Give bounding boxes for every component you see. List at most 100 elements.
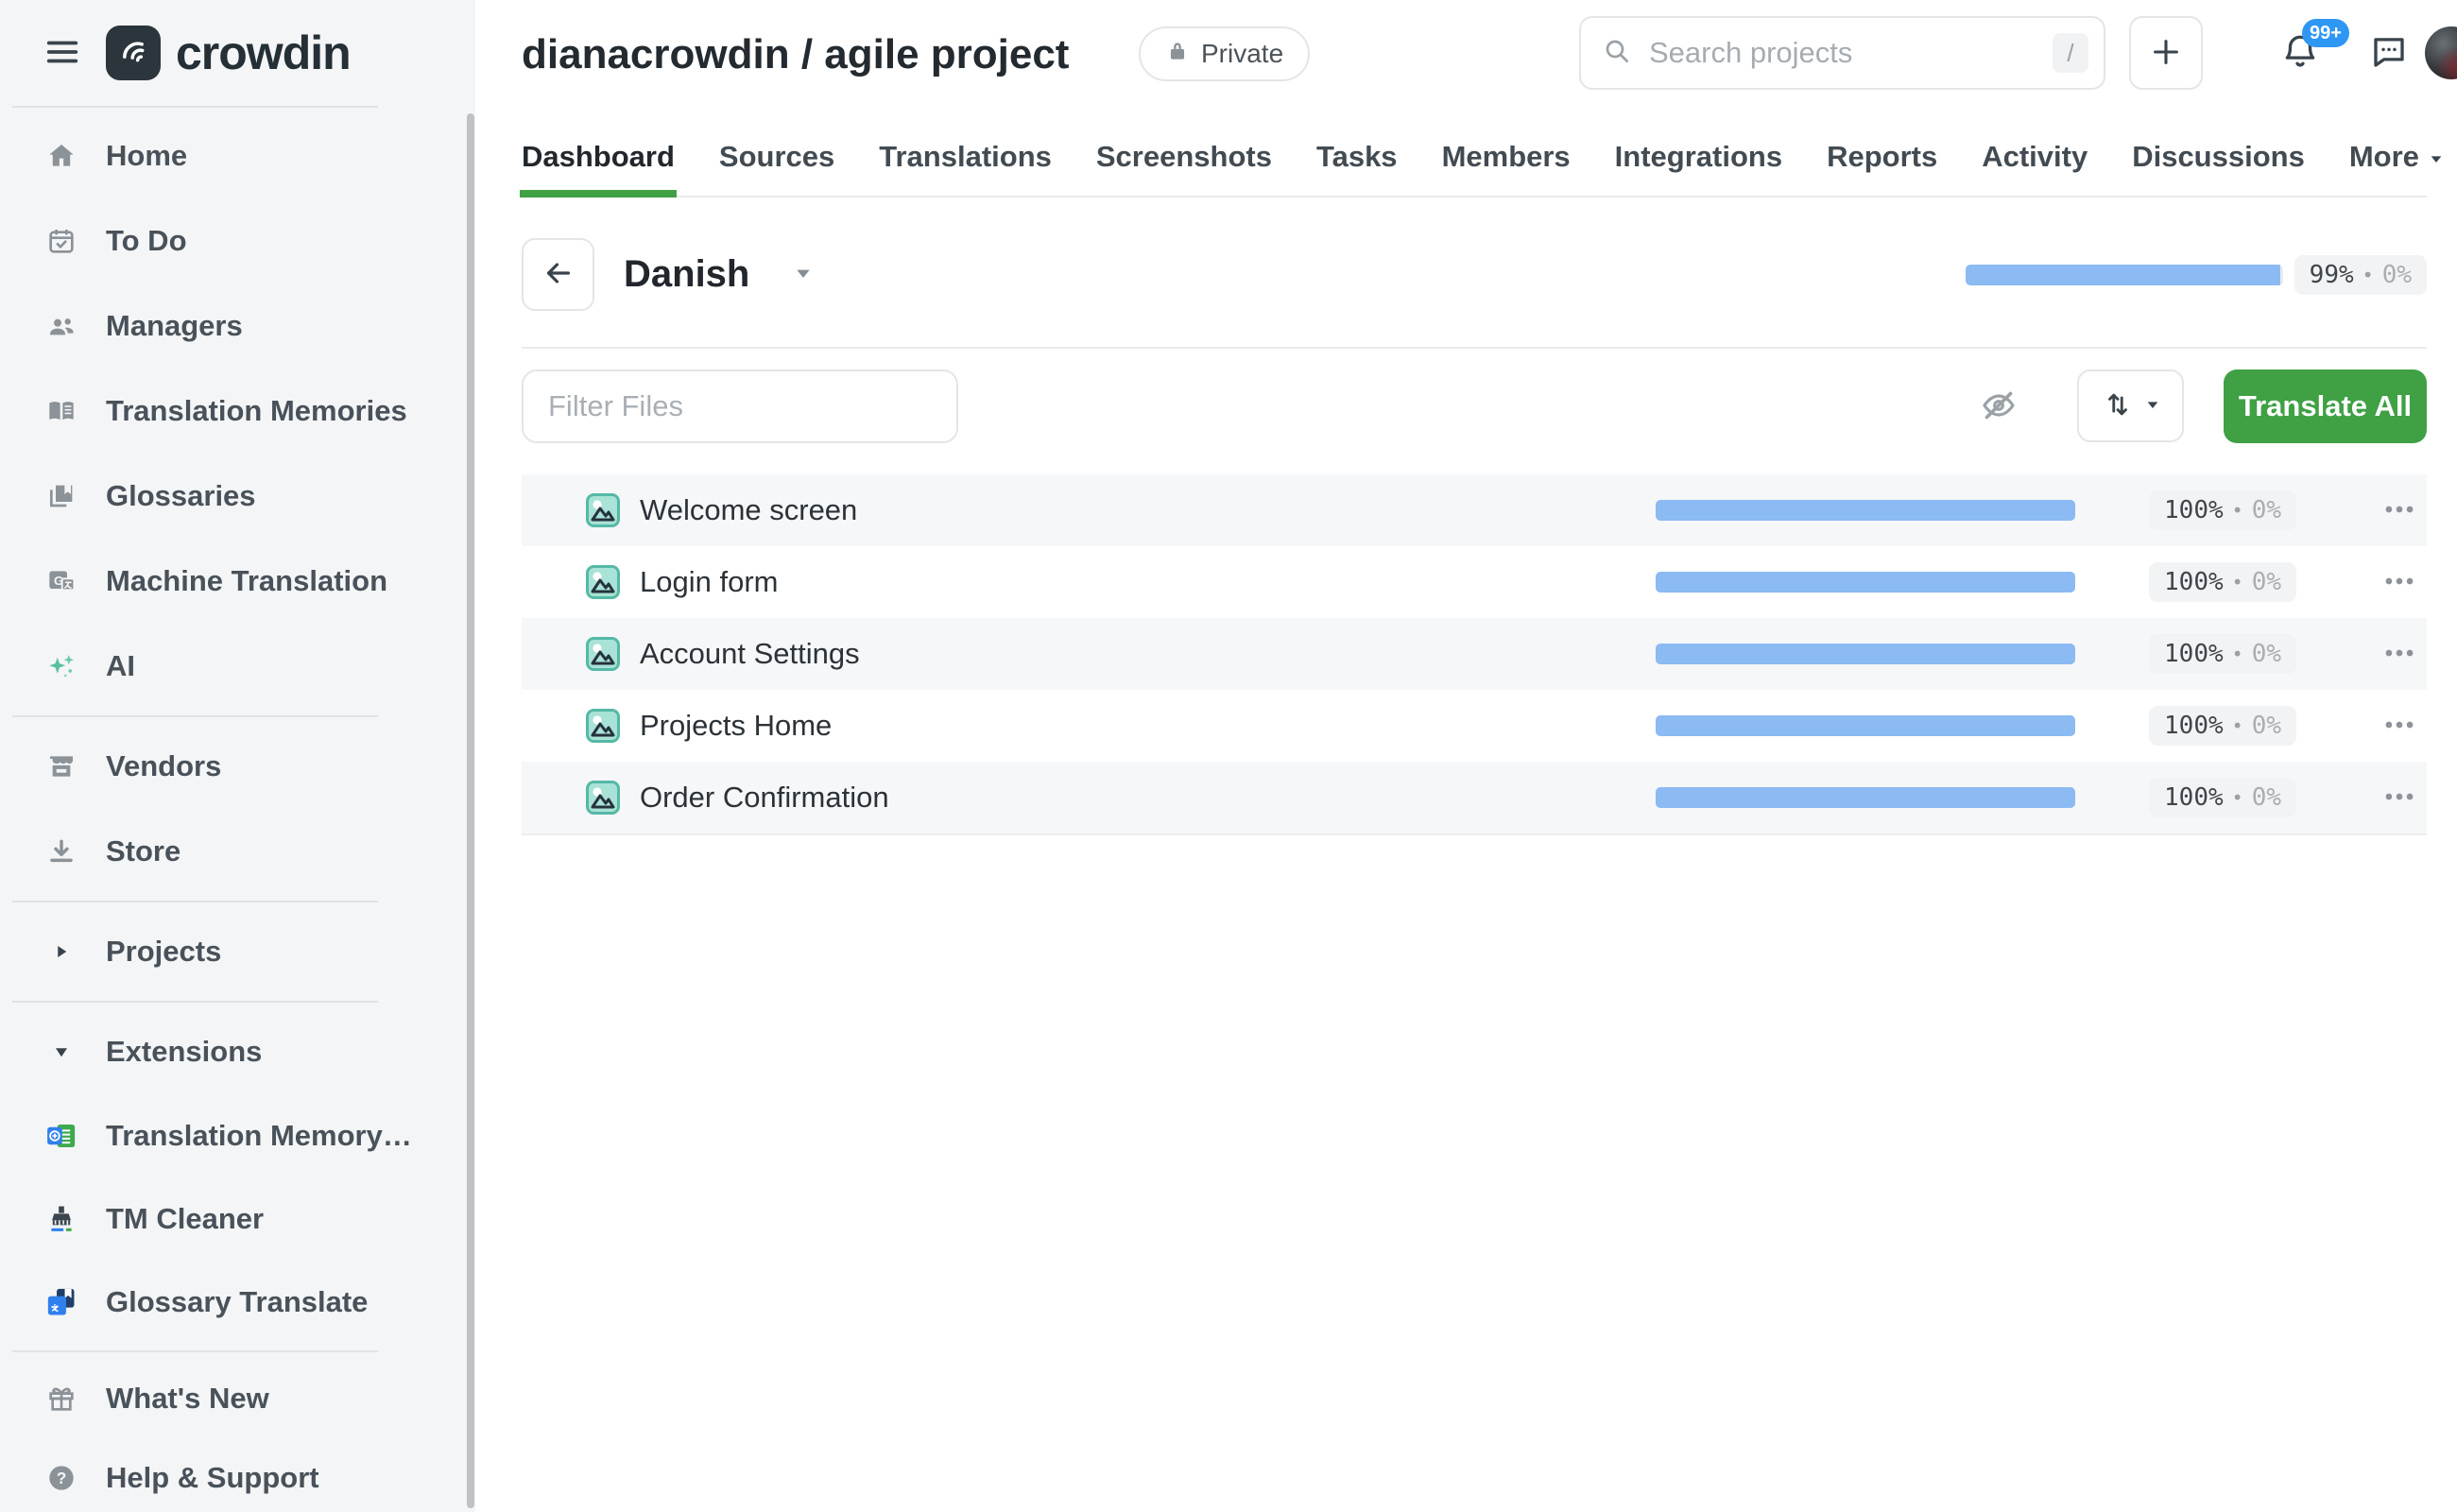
sidebar-section-divider — [12, 715, 378, 717]
sidebar-item-machine-translation[interactable]: G Machine Translation — [0, 539, 475, 624]
file-row-welcome-screen[interactable]: Welcome screen 100% • 0% — [522, 474, 2427, 546]
user-avatar[interactable] — [2425, 26, 2457, 79]
file-list: Welcome screen 100% • 0% Login form 100%… — [522, 474, 2427, 835]
screenshot-file-icon — [586, 709, 620, 743]
file-row-account-settings[interactable]: Account Settings 100% • 0% — [522, 618, 2427, 690]
percent-separator: • — [2362, 264, 2374, 286]
file-percent-badge: 100% • 0% — [2149, 778, 2296, 817]
messages-button[interactable] — [2361, 25, 2417, 81]
tab-sources[interactable]: Sources — [719, 117, 834, 196]
sidebar-item-translation-memories[interactable]: Translation Memories — [0, 369, 475, 454]
menu-toggle-button[interactable] — [42, 32, 83, 74]
tab-dashboard[interactable]: Dashboard — [522, 117, 675, 196]
notifications-count-badge: 99+ — [2302, 19, 2349, 47]
file-progress-bar — [1656, 715, 2075, 736]
translate-all-button[interactable]: Translate All — [2224, 369, 2427, 443]
sidebar-item-store[interactable]: Store — [0, 809, 475, 894]
project-tabs: Dashboard Sources Translations Screensho… — [522, 117, 2427, 198]
file-row-login-form[interactable]: Login form 100% • 0% — [522, 546, 2427, 618]
file-menu-button[interactable] — [2379, 777, 2420, 818]
crowdin-app: crowdin Home To Do Managers — [0, 0, 2457, 1512]
tab-discussions[interactable]: Discussions — [2132, 117, 2305, 196]
tab-activity[interactable]: Activity — [1982, 117, 2088, 196]
sidebar-item-tm-cleaner[interactable]: TM Cleaner — [0, 1177, 475, 1261]
main-content: dianacrowdin / agile project Private / — [475, 0, 2457, 1512]
tab-translations[interactable]: Translations — [879, 117, 1052, 196]
sidebar: crowdin Home To Do Managers — [0, 0, 475, 1512]
sidebar-header: crowdin — [0, 0, 475, 106]
file-name[interactable]: Account Settings — [640, 618, 860, 690]
chevron-down-icon[interactable] — [794, 264, 813, 287]
tab-screenshots[interactable]: Screenshots — [1096, 117, 1272, 196]
language-name[interactable]: Danish — [624, 253, 749, 296]
crowdin-logo[interactable]: crowdin — [106, 26, 351, 80]
tab-reports[interactable]: Reports — [1827, 117, 1937, 196]
language-progress-bar — [1966, 265, 2283, 285]
approved-percent: 0% — [2382, 261, 2412, 289]
eye-off-icon — [1980, 387, 2018, 427]
sidebar-item-projects[interactable]: Projects — [0, 909, 475, 994]
sidebar-nav: Home To Do Managers Translation Memories — [0, 108, 475, 1512]
sidebar-item-vendors[interactable]: Vendors — [0, 724, 475, 809]
sidebar-item-extensions[interactable]: Extensions — [0, 1009, 475, 1094]
sidebar-item-tm-generator[interactable]: Translation Memory Gene… — [0, 1094, 475, 1177]
language-progress-fill — [1966, 265, 2280, 285]
search-input[interactable] — [1649, 36, 2053, 70]
question-circle-icon: ? — [45, 1462, 77, 1494]
file-name[interactable]: Login form — [640, 546, 778, 618]
sidebar-item-ai[interactable]: AI — [0, 624, 475, 709]
sidebar-item-todo[interactable]: To Do — [0, 198, 475, 284]
filter-files-input[interactable] — [522, 369, 958, 443]
file-percent-badge: 100% • 0% — [2149, 634, 2296, 674]
lock-icon — [1165, 39, 1190, 70]
tab-members[interactable]: Members — [1442, 117, 1571, 196]
sidebar-item-whats-new[interactable]: What's New — [0, 1359, 475, 1438]
machine-translation-icon: G — [45, 565, 77, 597]
sidebar-item-glossary-translate[interactable]: Glossary Translate — [0, 1261, 475, 1344]
create-button[interactable] — [2129, 16, 2203, 90]
ellipsis-icon — [2381, 635, 2417, 674]
tab-integrations[interactable]: Integrations — [1615, 117, 1782, 196]
search-shortcut-hint: / — [2053, 33, 2088, 73]
file-name[interactable]: Projects Home — [640, 690, 832, 762]
file-menu-button[interactable] — [2379, 705, 2420, 747]
chevron-down-icon — [2429, 140, 2444, 174]
svg-text:?: ? — [57, 1469, 67, 1487]
tab-tasks[interactable]: Tasks — [1316, 117, 1398, 196]
tab-more[interactable]: More — [2349, 117, 2444, 196]
screenshot-file-icon — [586, 565, 620, 599]
file-row-order-confirmation[interactable]: Order Confirmation 100% • 0% — [522, 762, 2427, 833]
sidebar-item-managers[interactable]: Managers — [0, 284, 475, 369]
file-row-projects-home[interactable]: Projects Home 100% • 0% — [522, 690, 2427, 762]
file-menu-button[interactable] — [2379, 561, 2420, 603]
ai-sparkles-icon — [45, 650, 77, 682]
project-breadcrumb[interactable]: dianacrowdin / agile project — [522, 31, 1069, 78]
people-icon — [45, 310, 77, 342]
topbar: dianacrowdin / agile project Private / — [522, 0, 2427, 106]
file-menu-button[interactable] — [2379, 490, 2420, 531]
sidebar-item-help-support[interactable]: ? Help & Support — [0, 1438, 475, 1512]
file-progress-bar — [1656, 644, 2075, 664]
chevron-down-icon — [45, 1036, 77, 1068]
sort-button[interactable] — [2077, 369, 2184, 442]
file-name[interactable]: Welcome screen — [640, 474, 857, 546]
plus-icon — [2150, 36, 2182, 71]
privacy-badge: Private — [1139, 26, 1310, 81]
toggle-hidden-files-button[interactable] — [1972, 380, 2025, 433]
sidebar-item-glossaries[interactable]: Glossaries — [0, 454, 475, 539]
ellipsis-icon — [2381, 779, 2417, 817]
tm-cleaner-icon — [45, 1203, 77, 1235]
sidebar-section-divider — [12, 1350, 378, 1352]
chevron-right-icon — [45, 936, 77, 968]
storefront-icon — [45, 750, 77, 782]
sidebar-section-divider — [12, 1001, 378, 1003]
file-name[interactable]: Order Confirmation — [640, 762, 889, 833]
file-menu-button[interactable] — [2379, 633, 2420, 675]
chevron-down-icon — [2145, 397, 2160, 415]
language-header: Danish 99% • 0% — [522, 227, 2427, 331]
language-percent-badge: 99% • 0% — [2294, 255, 2427, 295]
sort-arrows-icon — [2102, 388, 2134, 423]
back-button[interactable] — [522, 238, 594, 311]
sidebar-item-home[interactable]: Home — [0, 113, 475, 198]
sidebar-scrollbar[interactable] — [467, 113, 474, 1508]
